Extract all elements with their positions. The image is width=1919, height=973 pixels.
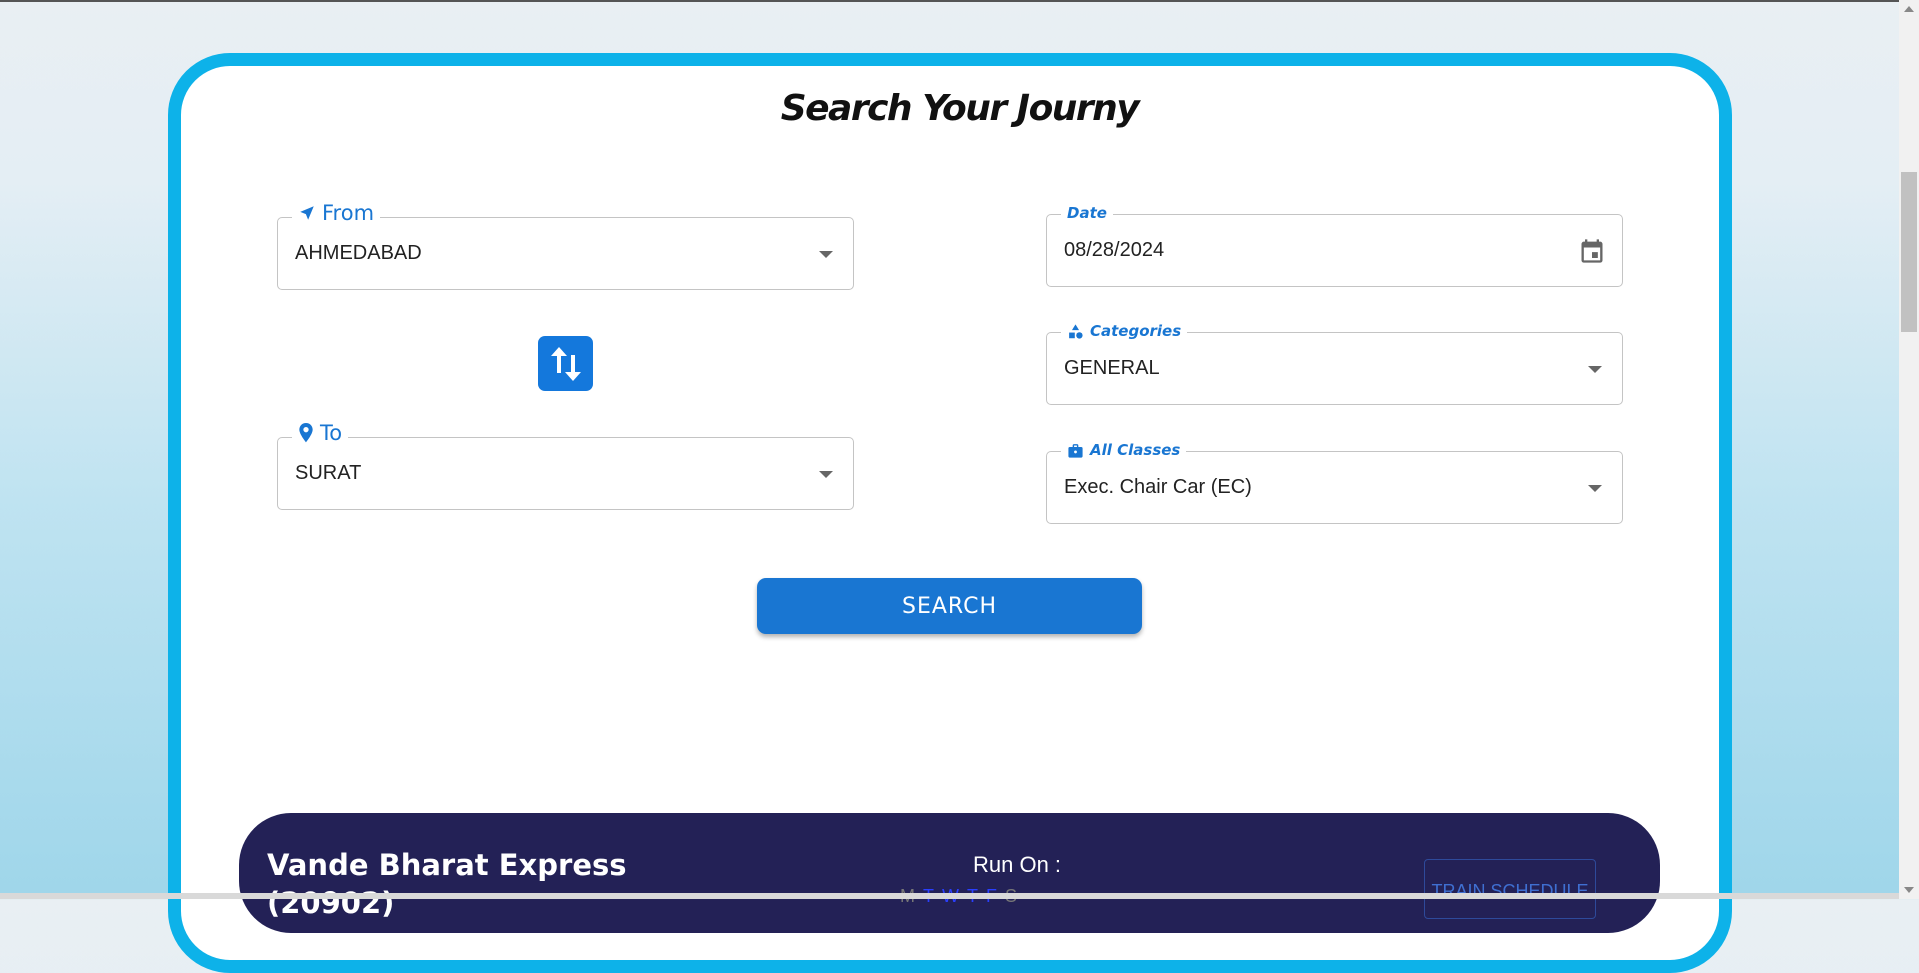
category-select[interactable]: Categories GENERAL xyxy=(1046,322,1623,405)
chevron-down-icon[interactable] xyxy=(819,470,833,478)
horizontal-scrollbar[interactable] xyxy=(0,893,1899,899)
category-value: GENERAL xyxy=(1064,357,1160,379)
calendar-icon[interactable] xyxy=(1578,237,1606,265)
train-schedule-button[interactable]: TRAIN SCHEDULE xyxy=(1424,859,1596,919)
class-value: Exec. Chair Car (EC) xyxy=(1064,476,1252,498)
chevron-down-icon[interactable] xyxy=(1588,365,1602,373)
from-select[interactable]: From AHMEDABAD xyxy=(277,201,854,290)
date-value: 08/28/2024 xyxy=(1064,239,1165,261)
search-button[interactable]: SEARCH xyxy=(757,578,1142,634)
date-field[interactable]: Date 08/28/2024 xyxy=(1046,204,1623,287)
swap-vertical-icon xyxy=(550,346,581,381)
to-select[interactable]: To SURAT xyxy=(277,421,854,510)
window-top-border xyxy=(0,0,1919,2)
page-title: Search Your Journy xyxy=(780,88,1140,129)
scroll-thumb[interactable] xyxy=(1901,172,1917,332)
scroll-up-icon[interactable] xyxy=(1904,6,1914,12)
class-select[interactable]: All Classes Exec. Chair Car (EC) xyxy=(1046,441,1623,524)
train-name: Vande Bharat Express (20902) xyxy=(267,846,687,922)
train-number: (20902) xyxy=(267,886,395,920)
scroll-down-icon[interactable] xyxy=(1904,887,1914,893)
run-on-label: Run On : xyxy=(973,852,1062,877)
chevron-down-icon[interactable] xyxy=(1588,484,1602,492)
from-value: AHMEDABAD xyxy=(295,242,422,264)
to-value: SURAT xyxy=(295,462,362,484)
chevron-down-icon[interactable] xyxy=(819,250,833,258)
swap-button[interactable] xyxy=(538,336,593,391)
vertical-scrollbar[interactable] xyxy=(1899,0,1919,899)
